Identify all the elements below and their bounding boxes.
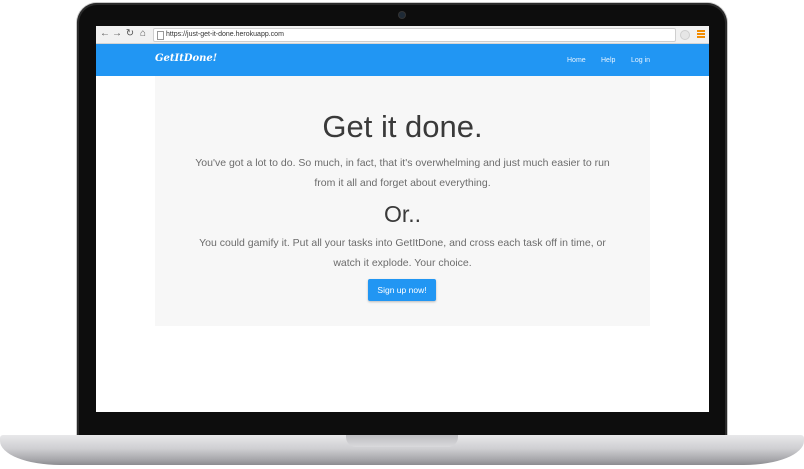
url-text: https://just-get-it-done.herokuapp.com — [166, 31, 284, 38]
nav-link-login[interactable]: Log in — [631, 56, 650, 65]
page-icon — [157, 31, 164, 40]
reload-icon[interactable]: ↻ — [125, 28, 135, 40]
extension-icon[interactable] — [680, 30, 690, 40]
site-navbar: GetItDone! Home Help Log in — [96, 44, 709, 76]
nav-link-help[interactable]: Help — [601, 56, 615, 65]
back-arrow-icon[interactable]: ← — [100, 28, 110, 40]
browser-window: ← → ↻ ⌂ https://just-get-it-done.herokua… — [96, 26, 709, 412]
laptop-notch — [346, 435, 458, 447]
page-title: Get it done. — [322, 109, 483, 144]
hero-text-line2: from it all and forget about everything. — [314, 177, 491, 189]
hero-text2-line2: watch it explode. Your choice. — [333, 257, 472, 269]
forward-arrow-icon[interactable]: → — [112, 28, 122, 40]
address-bar[interactable]: https://just-get-it-done.herokuapp.com — [153, 28, 676, 42]
brand-logo[interactable]: GetItDone! — [155, 53, 217, 64]
hero-text2-line1: You could gamify it. Put all your tasks … — [199, 237, 606, 249]
browser-toolbar: ← → ↻ ⌂ https://just-get-it-done.herokua… — [96, 26, 709, 44]
webcam — [399, 12, 405, 18]
hero-subtitle: Or.. — [383, 201, 422, 227]
nav-link-home[interactable]: Home — [567, 56, 586, 65]
hero-section: Get it done. You've got a lot to do. So … — [155, 76, 650, 326]
menu-icon[interactable] — [697, 30, 705, 38]
home-icon[interactable]: ⌂ — [138, 28, 148, 40]
hero-text-line1: You've got a lot to do. So much, in fact… — [195, 157, 610, 169]
signup-button[interactable]: Sign up now! — [368, 279, 436, 301]
